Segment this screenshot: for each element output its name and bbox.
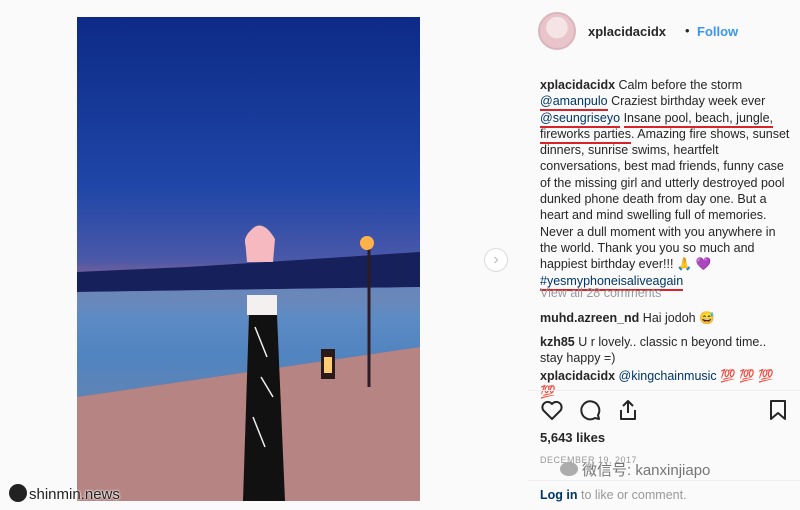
caption-text: Calm before the storm	[615, 78, 743, 92]
post-header: xplacidacidx • Follow	[538, 12, 800, 52]
mention-link[interactable]: @seungriseyo	[540, 110, 621, 128]
caption-username[interactable]: xplacidacidx	[540, 78, 615, 92]
site-logo-icon	[9, 484, 27, 502]
follow-button[interactable]: Follow	[697, 24, 738, 39]
heart-icon[interactable]	[540, 398, 564, 422]
comment-text: U r lovely.. classic n beyond time.. sta…	[540, 335, 767, 366]
comment-item: muhd.azreen_nd Hai jodoh 😅	[540, 310, 792, 326]
comment-text: Hai jodoh 😅	[639, 311, 715, 325]
view-all-comments-link[interactable]: View all 28 comments	[540, 286, 661, 300]
login-text: to like or comment.	[577, 488, 687, 502]
comment-item: kzh85 U r lovely.. classic n beyond time…	[540, 334, 792, 367]
bookmark-icon[interactable]	[766, 398, 790, 422]
post-photo[interactable]	[77, 17, 420, 501]
share-icon[interactable]	[616, 398, 640, 422]
caption-text: Craziest birthday week ever	[607, 94, 766, 109]
likes-count[interactable]: 5,643 likes	[540, 430, 605, 445]
login-link[interactable]: Log in	[540, 488, 578, 502]
post-sidebar: xplacidacidx • Follow xplacidacidx Calm …	[528, 0, 800, 510]
comment-item: xplacidacidx @kingchainmusic 💯 💯 💯 💯	[540, 368, 792, 401]
mention-link[interactable]: @kingchainmusic	[619, 369, 717, 383]
post-caption: xplacidacidx Calm before the storm @aman…	[540, 77, 792, 291]
comment-username[interactable]: xplacidacidx	[540, 369, 615, 383]
comment-username[interactable]: kzh85	[540, 335, 575, 349]
login-prompt: Log in to like or comment.	[540, 488, 687, 502]
mention-link[interactable]: @amanpulo	[540, 94, 608, 112]
site-watermark: shinmin.news	[9, 484, 120, 503]
caption-text: . Amazing fire shows, sunset dinners, su…	[540, 126, 790, 272]
chevron-right-icon[interactable]: ›	[484, 248, 508, 272]
comment-icon[interactable]	[578, 398, 602, 422]
separator-dot: •	[685, 23, 690, 38]
divider	[528, 390, 800, 391]
comment-username[interactable]: muhd.azreen_nd	[540, 311, 639, 325]
divider	[528, 480, 800, 481]
wechat-icon	[560, 462, 578, 476]
header-username[interactable]: xplacidacidx	[588, 24, 666, 39]
wechat-watermark: 微信号: kanxinjiapo	[560, 459, 710, 480]
avatar[interactable]	[538, 12, 576, 50]
